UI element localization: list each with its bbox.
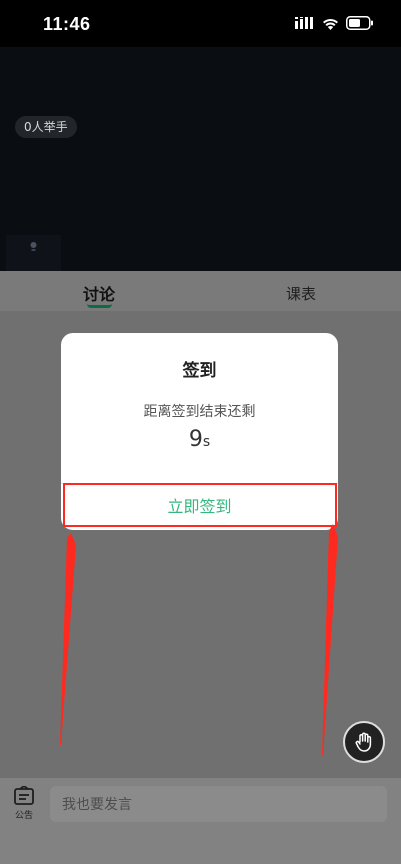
signin-dialog: 签到 距离签到结束还剩 9s 立即签到 (61, 333, 338, 530)
notice-label: 公告 (14, 811, 33, 821)
status-bar: 11:46 (0, 0, 401, 47)
raise-hand-count: 0人举手 (15, 116, 77, 138)
tab-bar: 讨论 课表 (0, 271, 401, 311)
dialog-message: 距离签到结束还剩 (143, 404, 256, 420)
user-avatar-icon (30, 242, 37, 251)
tab-active-indicator (87, 304, 112, 308)
countdown: 9s (61, 427, 338, 452)
status-time: 11:46 (43, 14, 91, 34)
hand-icon (355, 732, 372, 752)
signal-icon (295, 17, 313, 29)
notice-button[interactable]: 公告 (10, 786, 38, 826)
tab-schedule[interactable]: 课表 (286, 283, 316, 304)
countdown-unit: s (202, 434, 211, 450)
status-icons (295, 15, 374, 31)
countdown-value: 9 (188, 427, 203, 452)
video-thumbnail[interactable] (6, 235, 61, 271)
signin-now-button[interactable]: 立即签到 (63, 483, 336, 527)
chat-input[interactable]: 我也要发言 (50, 786, 387, 822)
wifi-icon (323, 18, 338, 30)
dialog-title: 签到 (182, 361, 217, 381)
bottom-bar: 公告 我也要发言 (0, 778, 401, 864)
battery-icon (346, 16, 373, 30)
raise-hand-button[interactable] (343, 721, 385, 763)
announcement-icon (14, 786, 34, 805)
tab-discussion[interactable]: 讨论 (83, 281, 115, 305)
